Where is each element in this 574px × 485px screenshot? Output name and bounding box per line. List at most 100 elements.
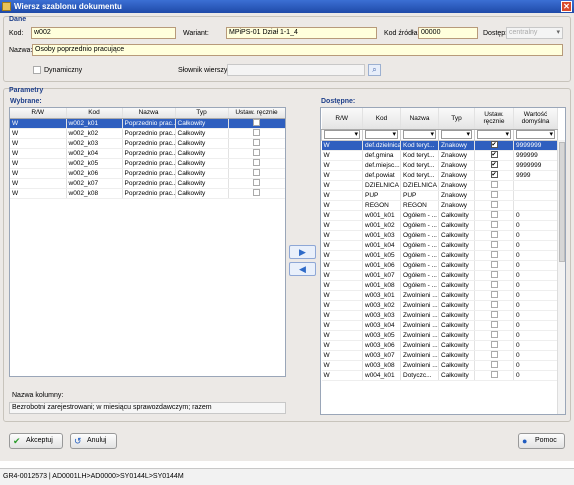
col-ustaw[interactable]: Ustaw. ręcznie — [228, 108, 285, 119]
col-nazwa[interactable]: Nazwa — [122, 108, 176, 119]
kod-field[interactable]: w002 — [31, 27, 176, 39]
filter-rw[interactable] — [321, 128, 363, 141]
ustaw-checkbox[interactable] — [490, 271, 498, 279]
table-row[interactable]: Ww003_k06 Zwolnieni ... Całkowity 0 — [321, 340, 558, 351]
cell-ustaw[interactable] — [474, 360, 514, 371]
col-kod[interactable]: Kod — [66, 108, 123, 119]
dostep-select[interactable]: centralny ▾ — [506, 27, 563, 39]
table-row[interactable]: Wdef.dzielnica Kod teryt... Znakowy ✔ 999999… — [321, 140, 558, 151]
filter-typ[interactable] — [438, 128, 475, 141]
col-kod[interactable]: Kod — [362, 108, 401, 130]
cell-ustaw[interactable] — [474, 210, 514, 221]
close-icon[interactable]: ✕ — [561, 1, 572, 12]
filter-kod[interactable] — [362, 128, 401, 141]
ustaw-checkbox[interactable] — [490, 301, 498, 309]
wybrane-grid[interactable]: R/W Kod Nazwa Typ Ustaw. ręcznie Ww002_k… — [9, 107, 286, 377]
table-row[interactable]: Ww004_k01 Dotyczc... Całkowity 0 — [321, 370, 558, 381]
cell-ustaw[interactable] — [228, 178, 285, 189]
ustaw-checkbox[interactable] — [490, 231, 498, 239]
ustaw-checkbox[interactable] — [490, 241, 498, 249]
ustaw-checkbox[interactable] — [490, 311, 498, 319]
cell-ustaw[interactable] — [474, 230, 514, 241]
table-row[interactable]: Ww001_k05 Ogółem - ... Całkowity 0 — [321, 250, 558, 261]
ustaw-checkbox[interactable] — [253, 139, 260, 147]
cell-ustaw[interactable] — [474, 320, 514, 331]
ustaw-checkbox[interactable] — [490, 291, 498, 299]
cell-ustaw[interactable] — [228, 128, 285, 139]
cell-ustaw[interactable] — [474, 310, 514, 321]
table-row[interactable]: Ww003_k03 Zwolnieni ... Całkowity 0 — [321, 310, 558, 321]
cell-ustaw[interactable] — [228, 138, 285, 149]
col-ustaw[interactable]: Ustaw. ręcznie — [474, 108, 514, 130]
dostepne-grid[interactable]: R/W Kod Nazwa Typ Ustaw. ręcznie Wartość… — [320, 107, 566, 415]
filter-ustaw[interactable] — [474, 128, 514, 141]
ustaw-checkbox[interactable] — [490, 351, 498, 359]
ustaw-checkbox[interactable] — [490, 211, 498, 219]
wariant-field[interactable]: MPiPS-01 Dział 1-1_4 — [226, 27, 377, 39]
ustaw-checkbox[interactable] — [253, 189, 260, 197]
table-row[interactable]: Ww002_k02 Poprzednio prac... Całkowity — [10, 128, 285, 139]
ustaw-checkbox[interactable] — [490, 371, 498, 379]
col-nazwa[interactable]: Nazwa — [400, 108, 439, 130]
cell-ustaw[interactable] — [474, 180, 514, 191]
col-typ[interactable]: Typ — [438, 108, 475, 130]
ustaw-checkbox[interactable] — [490, 321, 498, 329]
cell-ustaw[interactable] — [474, 350, 514, 361]
table-row[interactable]: Ww002_k07 Poprzednio prac... Całkowity — [10, 178, 285, 189]
ustaw-checkbox[interactable] — [490, 201, 498, 209]
table-row[interactable]: Ww001_k04 Ogółem - ... Całkowity 0 — [321, 240, 558, 251]
cell-ustaw[interactable] — [474, 190, 514, 201]
table-row[interactable]: Ww001_k03 Ogółem - ... Całkowity 0 — [321, 230, 558, 241]
cell-ustaw[interactable] — [228, 188, 285, 199]
ustaw-checkbox[interactable] — [490, 361, 498, 369]
ustaw-checkbox[interactable] — [490, 281, 498, 289]
table-row[interactable]: Wdef.gmina Kod teryt... Znakowy ✔ 999999 — [321, 150, 558, 161]
search-icon[interactable]: ⌕ — [368, 64, 381, 76]
table-row[interactable]: Wdef.powiat Kod teryt... Znakowy ✔ 9999 — [321, 170, 558, 181]
ustaw-checkbox[interactable] — [490, 191, 498, 199]
ustaw-checkbox[interactable]: ✔ — [490, 171, 498, 179]
cell-ustaw[interactable] — [474, 330, 514, 341]
ustaw-checkbox[interactable] — [253, 159, 260, 167]
move-right-button[interactable]: ▶ — [289, 245, 316, 259]
cell-ustaw[interactable]: ✔ — [474, 150, 514, 161]
cell-ustaw[interactable] — [474, 260, 514, 271]
col-rw[interactable]: R/W — [10, 108, 67, 119]
cell-ustaw[interactable]: ✔ — [474, 160, 514, 171]
table-row[interactable]: Ww002_k01 Poprzednio prac... Całkowity — [10, 118, 285, 129]
ustaw-checkbox[interactable] — [253, 119, 260, 127]
ustaw-checkbox[interactable] — [253, 169, 260, 177]
scrollbar-thumb[interactable] — [559, 142, 565, 262]
col-rw[interactable]: R/W — [321, 108, 363, 130]
move-left-button[interactable]: ◀ — [289, 262, 316, 276]
table-row[interactable]: Ww001_k01 Ogółem - ... Całkowity 0 — [321, 210, 558, 221]
ustaw-checkbox[interactable] — [490, 341, 498, 349]
cell-ustaw[interactable] — [228, 158, 285, 169]
filter-nazwa[interactable] — [400, 128, 439, 141]
table-row[interactable]: Ww003_k04 Zwolnieni ... Całkowity 0 — [321, 320, 558, 331]
ustaw-checkbox[interactable] — [490, 261, 498, 269]
ustaw-checkbox[interactable] — [253, 179, 260, 187]
filter-wartosc[interactable] — [513, 128, 558, 141]
ustaw-checkbox[interactable]: ✔ — [490, 141, 498, 149]
kod-zrodla-field[interactable]: 00000 — [418, 27, 478, 39]
table-row[interactable]: Ww001_k07 Ogółem - ... Całkowity 0 — [321, 270, 558, 281]
table-row[interactable]: Ww001_k02 Ogółem - ... Całkowity 0 — [321, 220, 558, 231]
cell-ustaw[interactable] — [474, 280, 514, 291]
cell-ustaw[interactable]: ✔ — [474, 140, 514, 151]
cell-ustaw[interactable] — [474, 270, 514, 281]
vertical-scrollbar[interactable] — [557, 140, 565, 414]
table-row[interactable]: Ww002_k06 Poprzednio prac... Całkowity — [10, 168, 285, 179]
cell-ustaw[interactable] — [474, 290, 514, 301]
cell-ustaw[interactable]: ✔ — [474, 170, 514, 181]
table-row[interactable]: Ww001_k06 Ogółem - ... Całkowity 0 — [321, 260, 558, 271]
cell-ustaw[interactable] — [474, 240, 514, 251]
cell-ustaw[interactable] — [474, 200, 514, 211]
ustaw-checkbox[interactable] — [253, 149, 260, 157]
table-row[interactable]: Ww003_k05 Zwolnieni ... Całkowity 0 — [321, 330, 558, 341]
dynamiczny-checkbox[interactable] — [33, 66, 41, 74]
ustaw-checkbox[interactable]: ✔ — [490, 161, 498, 169]
cell-ustaw[interactable] — [474, 220, 514, 231]
table-row[interactable]: Ww003_k08 Zwolnieni ... Całkowity 0 — [321, 360, 558, 371]
table-row[interactable]: Ww003_k07 Zwolnieni ... Całkowity 0 — [321, 350, 558, 361]
